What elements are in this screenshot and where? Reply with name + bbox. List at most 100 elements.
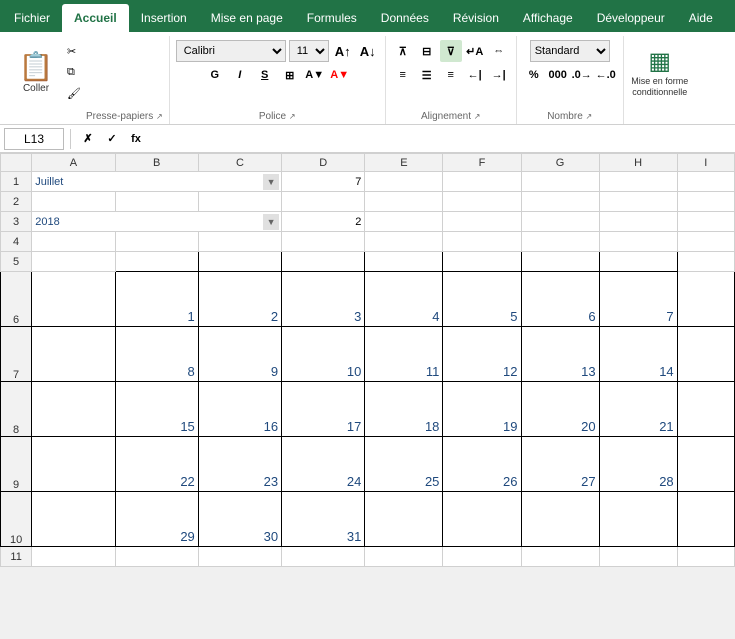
- cell-d8[interactable]: 17: [282, 382, 365, 437]
- fill-color-button[interactable]: A▼: [304, 64, 326, 86]
- col-header-i[interactable]: I: [677, 154, 734, 172]
- col-header-g[interactable]: G: [521, 154, 599, 172]
- cell-g5[interactable]: [521, 252, 599, 272]
- cell-g8[interactable]: 20: [521, 382, 599, 437]
- cell-f1[interactable]: [443, 172, 521, 192]
- cell-f7[interactable]: 12: [443, 327, 521, 382]
- format-painter-button[interactable]: 🖌: [62, 84, 86, 103]
- cell-e5[interactable]: [365, 252, 443, 272]
- cell-g7[interactable]: 13: [521, 327, 599, 382]
- cell-h1[interactable]: [599, 172, 677, 192]
- wrap-text-button[interactable]: ↵A: [464, 40, 486, 62]
- cell-b6[interactable]: 1: [115, 272, 198, 327]
- tab-formules[interactable]: Formules: [295, 4, 369, 32]
- cell-f9[interactable]: 26: [443, 437, 521, 492]
- cell-c10[interactable]: 30: [198, 492, 281, 547]
- italic-button[interactable]: I: [229, 64, 251, 86]
- cell-e3[interactable]: [365, 212, 443, 232]
- cell-c9[interactable]: 23: [198, 437, 281, 492]
- cell-i7[interactable]: [677, 327, 734, 382]
- align-center-button[interactable]: ☰: [416, 64, 438, 86]
- tab-aide[interactable]: Aide: [677, 4, 725, 32]
- confirm-formula-button[interactable]: ✓: [101, 128, 123, 150]
- cell-g2[interactable]: [521, 192, 599, 212]
- cell-d5[interactable]: [282, 252, 365, 272]
- cell-a3[interactable]: 2018 ▼: [32, 212, 282, 232]
- cell-a6[interactable]: [32, 272, 115, 327]
- cell-a2[interactable]: [32, 192, 115, 212]
- cell-c7[interactable]: 9: [198, 327, 281, 382]
- cell-h9[interactable]: 28: [599, 437, 677, 492]
- cell-i8[interactable]: [677, 382, 734, 437]
- cell-e11[interactable]: [365, 547, 443, 567]
- cell-h5[interactable]: [599, 252, 677, 272]
- cell-h2[interactable]: [599, 192, 677, 212]
- cell-g1[interactable]: [521, 172, 599, 192]
- cell-c11[interactable]: [198, 547, 281, 567]
- cell-g3[interactable]: [521, 212, 599, 232]
- font-name-select[interactable]: Calibri: [176, 40, 286, 62]
- year-dropdown-arrow[interactable]: ▼: [263, 214, 279, 230]
- decrease-font-button[interactable]: A↓: [357, 40, 379, 62]
- col-header-b[interactable]: B: [115, 154, 198, 172]
- cell-c6[interactable]: 2: [198, 272, 281, 327]
- cell-f8[interactable]: 19: [443, 382, 521, 437]
- alignment-expand-icon[interactable]: ↗: [474, 112, 481, 121]
- increase-font-button[interactable]: A↑: [332, 40, 354, 62]
- number-format-select[interactable]: Standard: [530, 40, 610, 62]
- formula-input[interactable]: [151, 128, 731, 150]
- percent-button[interactable]: %: [523, 64, 545, 86]
- cell-e9[interactable]: 25: [365, 437, 443, 492]
- paste-button[interactable]: 📋 Coller: [10, 40, 62, 104]
- cell-f6[interactable]: 5: [443, 272, 521, 327]
- cell-b4[interactable]: [115, 232, 198, 252]
- cell-i11[interactable]: [677, 547, 734, 567]
- cell-i9[interactable]: [677, 437, 734, 492]
- cell-h3[interactable]: [599, 212, 677, 232]
- cell-h6[interactable]: 7: [599, 272, 677, 327]
- cell-d11[interactable]: [282, 547, 365, 567]
- cell-b5[interactable]: [115, 252, 198, 272]
- tab-mise-en-page[interactable]: Mise en page: [199, 4, 295, 32]
- cell-e8[interactable]: 18: [365, 382, 443, 437]
- font-color-button[interactable]: A▼: [329, 64, 351, 86]
- font-size-select[interactable]: 11: [289, 40, 329, 62]
- bold-button[interactable]: G: [204, 64, 226, 86]
- cell-f4[interactable]: [443, 232, 521, 252]
- cell-b11[interactable]: [115, 547, 198, 567]
- decrease-indent-button[interactable]: ←|: [464, 64, 486, 86]
- month-dropdown-arrow[interactable]: ▼: [263, 174, 279, 190]
- cell-a9[interactable]: [32, 437, 115, 492]
- cell-b7[interactable]: 8: [115, 327, 198, 382]
- number-expand-icon[interactable]: ↗: [586, 112, 593, 121]
- cell-c8[interactable]: 16: [198, 382, 281, 437]
- comma-button[interactable]: 000: [547, 64, 569, 86]
- cell-e7[interactable]: 11: [365, 327, 443, 382]
- tab-affichage[interactable]: Affichage: [511, 4, 585, 32]
- cell-d7[interactable]: 10: [282, 327, 365, 382]
- cell-c4[interactable]: [198, 232, 281, 252]
- cell-a8[interactable]: [32, 382, 115, 437]
- cell-a4[interactable]: [32, 232, 115, 252]
- tab-accueil[interactable]: Accueil: [62, 4, 129, 32]
- cell-e2[interactable]: [365, 192, 443, 212]
- font-expand-icon[interactable]: ↗: [289, 112, 296, 121]
- cell-d9[interactable]: 24: [282, 437, 365, 492]
- copy-button[interactable]: ⧉: [62, 63, 86, 82]
- cell-h4[interactable]: [599, 232, 677, 252]
- cell-b8[interactable]: 15: [115, 382, 198, 437]
- cell-b10[interactable]: 29: [115, 492, 198, 547]
- tab-fichier[interactable]: Fichier: [2, 4, 62, 32]
- tab-insertion[interactable]: Insertion: [129, 4, 199, 32]
- cell-i4[interactable]: [677, 232, 734, 252]
- cell-e10[interactable]: [365, 492, 443, 547]
- cell-a7[interactable]: [32, 327, 115, 382]
- cell-f11[interactable]: [443, 547, 521, 567]
- increase-indent-button[interactable]: →|: [488, 64, 510, 86]
- cell-i2[interactable]: [677, 192, 734, 212]
- align-middle-button[interactable]: ⊟: [416, 40, 438, 62]
- clipboard-expand-icon[interactable]: ↗: [156, 112, 163, 121]
- cell-a1[interactable]: Juillet ▼: [32, 172, 282, 192]
- cell-g6[interactable]: 6: [521, 272, 599, 327]
- cell-b9[interactable]: 22: [115, 437, 198, 492]
